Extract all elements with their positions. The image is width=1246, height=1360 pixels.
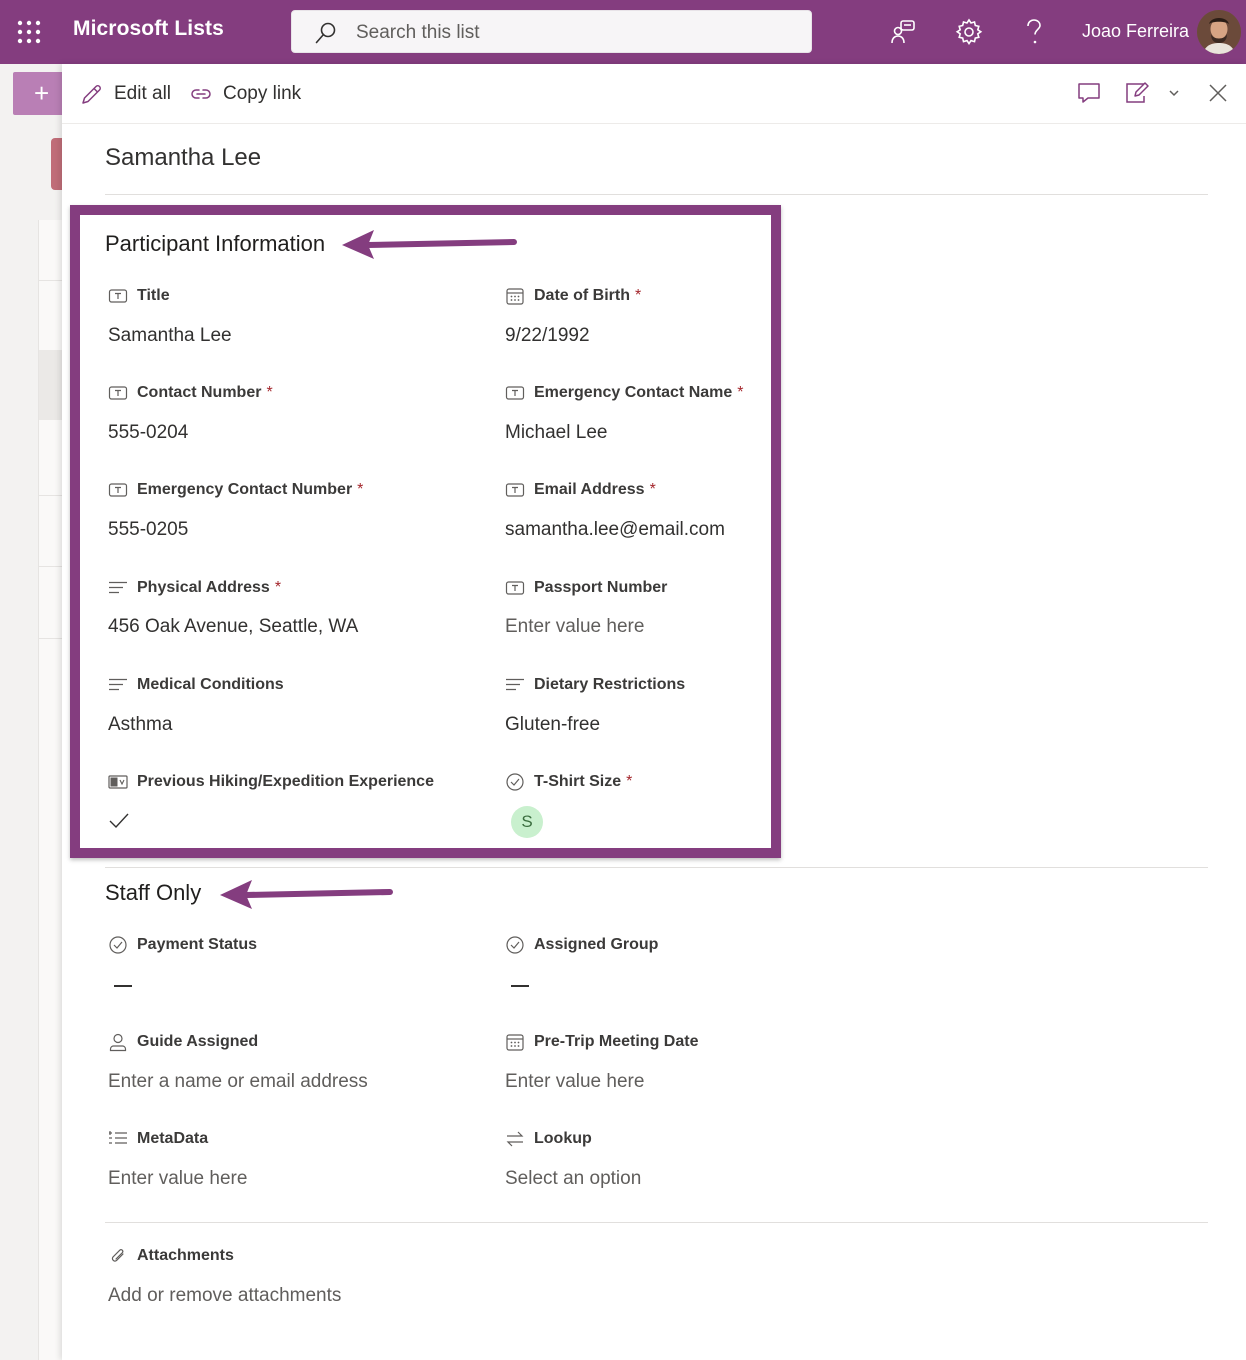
user-name[interactable]: Joao Ferreira [1082,21,1189,42]
payment-field-empty[interactable] [114,985,132,987]
background-row-divider [39,280,62,281]
background-row-divider [39,638,62,639]
person-icon [109,1033,127,1052]
choice-icon [506,936,524,954]
suite-header: Microsoft Lists Search this list Joao Fe… [0,0,1246,64]
participant-highlight-box [70,205,781,858]
section-divider [105,867,1208,868]
app-launcher-icon[interactable] [17,20,41,44]
guide-field-input[interactable]: Enter a name or email address [108,1071,368,1093]
group-field-empty[interactable] [511,985,529,987]
link-icon [191,89,211,99]
settings-gear-icon[interactable] [953,16,985,48]
background-selected-row [39,350,62,420]
group-field-label: Assigned Group [505,935,658,955]
payment-field-label: Payment Status [108,935,257,955]
guide-field-label: Guide Assigned [108,1032,258,1052]
metadata-icon [109,1131,127,1144]
edit-all-label: Edit all [114,83,172,104]
metadata-field-label: MetaData [108,1129,208,1149]
lookup-field-label: Lookup [505,1129,592,1149]
attachments-divider [105,1222,1208,1223]
copy-link-label: Copy link [223,83,302,104]
help-icon[interactable] [1018,16,1050,48]
staff-section-title: Staff Only [105,880,202,905]
choice-icon [109,936,127,954]
calendar-icon [506,1034,524,1051]
search-placeholder: Search this list [356,22,480,43]
background-row-divider [39,495,62,496]
lookup-field-select[interactable]: Select an option [505,1168,641,1190]
background-row-divider [39,566,62,567]
pencil-icon [82,85,101,104]
avatar[interactable] [1197,10,1241,54]
search-icon [315,22,336,44]
meeting-date-field-label: Pre-Trip Meeting Date [505,1032,698,1052]
meeting-date-field-input[interactable]: Enter value here [505,1071,644,1093]
edit-form-icon[interactable] [1124,80,1150,106]
add-attachments-link[interactable]: Add or remove attachments [108,1285,341,1307]
paperclip-icon [111,1249,124,1262]
search-input[interactable]: Search this list [291,10,812,53]
user-photo-icon [1197,10,1241,54]
attachments-label: Attachments [108,1246,234,1266]
comments-icon[interactable] [1076,80,1102,106]
background-card [51,138,62,190]
chevron-down-icon[interactable] [1164,80,1184,106]
annotation-arrow-icon [220,880,393,909]
my-lists-icon[interactable] [888,16,920,48]
edit-all-button[interactable]: Edit all [80,80,171,108]
plus-icon: + [34,78,50,108]
panel-command-bar: Edit all Copy link [62,64,1246,124]
title-divider [105,194,1208,195]
item-title: Samantha Lee [105,144,262,171]
annotation-arrow-icon [342,230,517,259]
lookup-icon [506,1131,524,1147]
metadata-field-input[interactable]: Enter value here [108,1168,247,1190]
new-item-button[interactable]: + [13,72,62,115]
app-name[interactable]: Microsoft Lists [73,17,224,41]
copy-link-button[interactable]: Copy link [189,80,301,108]
close-icon[interactable] [1205,80,1231,106]
